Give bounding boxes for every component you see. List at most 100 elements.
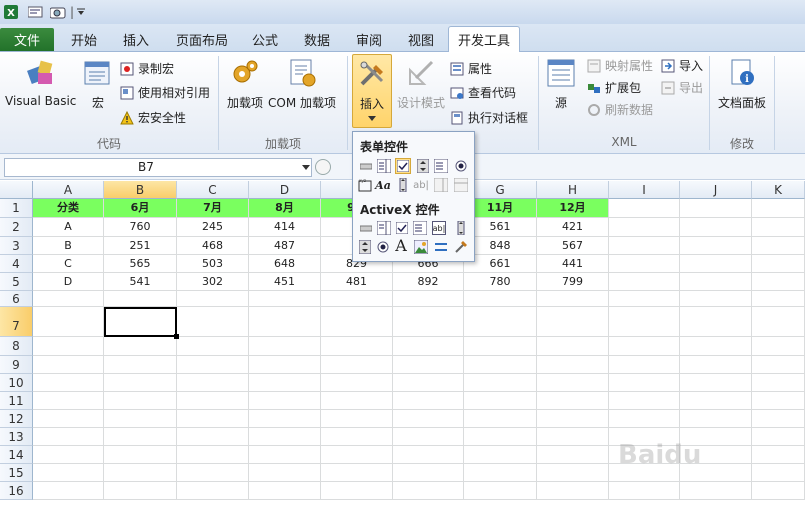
empty-cell[interactable] xyxy=(752,255,805,273)
empty-cell[interactable] xyxy=(680,482,752,500)
name-box[interactable]: B7 xyxy=(4,158,312,177)
empty-cell[interactable] xyxy=(609,291,680,307)
data-cell[interactable]: 451 xyxy=(249,273,321,291)
empty-cell[interactable] xyxy=(464,410,537,428)
data-cell[interactable]: 302 xyxy=(177,273,249,291)
empty-cell[interactable] xyxy=(249,291,321,307)
group-box-icon[interactable]: xyz xyxy=(358,178,372,192)
empty-cell[interactable] xyxy=(609,356,680,374)
empty-cell[interactable] xyxy=(321,392,393,410)
empty-cell[interactable] xyxy=(680,199,752,218)
empty-cell[interactable] xyxy=(609,199,680,218)
empty-cell[interactable] xyxy=(249,374,321,392)
activex-command-button-icon[interactable] xyxy=(359,221,373,235)
tab-page-layout[interactable]: 页面布局 xyxy=(176,30,228,49)
empty-cell[interactable] xyxy=(321,428,393,446)
empty-cell[interactable] xyxy=(177,392,249,410)
empty-cell[interactable] xyxy=(104,291,177,307)
empty-cell[interactable] xyxy=(537,482,609,500)
empty-cell[interactable] xyxy=(609,273,680,291)
empty-cell[interactable] xyxy=(104,337,177,356)
use-relative-references-button[interactable]: 使用相对引用 xyxy=(120,84,210,101)
empty-cell[interactable] xyxy=(609,392,680,410)
row-header-14[interactable]: 14 xyxy=(0,446,33,464)
import-button[interactable]: 导入 xyxy=(661,57,703,74)
empty-cell[interactable] xyxy=(177,356,249,374)
data-cell[interactable]: 760 xyxy=(104,218,177,237)
tab-data[interactable]: 数据 xyxy=(304,30,330,49)
empty-cell[interactable] xyxy=(752,446,805,464)
empty-cell[interactable] xyxy=(393,307,464,337)
camera-icon[interactable] xyxy=(49,3,67,20)
row-header-3[interactable]: 3 xyxy=(0,237,33,255)
empty-cell[interactable] xyxy=(680,392,752,410)
empty-cell[interactable] xyxy=(321,464,393,482)
row-header-5[interactable]: 5 xyxy=(0,273,33,291)
tab-formulas[interactable]: 公式 xyxy=(252,30,278,49)
data-cell[interactable]: 487 xyxy=(249,237,321,255)
empty-cell[interactable] xyxy=(609,410,680,428)
empty-cell[interactable] xyxy=(393,356,464,374)
row-header-16[interactable]: 16 xyxy=(0,482,33,500)
empty-cell[interactable] xyxy=(33,291,104,307)
data-cell[interactable]: 780 xyxy=(464,273,537,291)
activex-text-box-icon[interactable]: ab| xyxy=(432,221,446,235)
column-header-d[interactable]: D xyxy=(249,181,321,199)
empty-cell[interactable] xyxy=(752,374,805,392)
data-cell[interactable]: 541 xyxy=(104,273,177,291)
empty-cell[interactable] xyxy=(680,237,752,255)
data-cell[interactable]: 441 xyxy=(537,255,609,273)
empty-cell[interactable] xyxy=(464,337,537,356)
empty-cell[interactable] xyxy=(680,356,752,374)
com-add-ins-button[interactable]: COM 加载项 xyxy=(268,58,336,111)
data-cell[interactable]: 421 xyxy=(537,218,609,237)
form-icon[interactable] xyxy=(27,3,45,20)
column-header-k[interactable]: K xyxy=(752,181,805,199)
empty-cell[interactable] xyxy=(33,464,104,482)
empty-cell[interactable] xyxy=(680,218,752,237)
empty-cell[interactable] xyxy=(104,392,177,410)
empty-cell[interactable] xyxy=(537,392,609,410)
empty-cell[interactable] xyxy=(537,464,609,482)
combo-drop-edit-icon[interactable] xyxy=(454,178,468,192)
empty-cell[interactable] xyxy=(321,446,393,464)
empty-cell[interactable] xyxy=(537,307,609,337)
column-header-h[interactable]: H xyxy=(537,181,609,199)
data-cell[interactable]: 892 xyxy=(393,273,464,291)
empty-cell[interactable] xyxy=(537,374,609,392)
activex-scroll-bar-icon[interactable] xyxy=(454,221,468,235)
data-cell[interactable]: 567 xyxy=(537,237,609,255)
empty-cell[interactable] xyxy=(537,446,609,464)
column-header-c[interactable]: C xyxy=(177,181,249,199)
empty-cell[interactable] xyxy=(33,410,104,428)
empty-cell[interactable] xyxy=(249,482,321,500)
data-cell[interactable]: C xyxy=(33,255,104,273)
macro-security-button[interactable]: 宏安全性 xyxy=(120,109,186,126)
name-box-dropdown-icon[interactable] xyxy=(302,165,310,171)
column-header-a[interactable]: A xyxy=(33,181,104,199)
empty-cell[interactable] xyxy=(104,482,177,500)
empty-cell[interactable] xyxy=(393,392,464,410)
header-cell[interactable]: 6月 xyxy=(104,199,177,218)
tab-insert[interactable]: 插入 xyxy=(123,30,149,49)
empty-cell[interactable] xyxy=(321,291,393,307)
empty-cell[interactable] xyxy=(104,356,177,374)
data-cell[interactable]: 414 xyxy=(249,218,321,237)
empty-cell[interactable] xyxy=(464,356,537,374)
map-properties-button[interactable]: 映射属性 xyxy=(587,57,653,74)
row-header-1[interactable]: 1 xyxy=(0,199,33,218)
empty-cell[interactable] xyxy=(537,428,609,446)
empty-cell[interactable] xyxy=(752,428,805,446)
label-control-icon[interactable]: Aa xyxy=(375,178,391,192)
empty-cell[interactable] xyxy=(464,464,537,482)
empty-cell[interactable] xyxy=(752,337,805,356)
empty-cell[interactable] xyxy=(33,428,104,446)
data-cell[interactable]: 251 xyxy=(104,237,177,255)
insert-control-button[interactable]: 插入 xyxy=(352,54,392,128)
record-macro-button[interactable]: 录制宏 xyxy=(120,60,174,77)
empty-cell[interactable] xyxy=(177,291,249,307)
empty-cell[interactable] xyxy=(104,374,177,392)
empty-cell[interactable] xyxy=(104,428,177,446)
combo-list-edit-icon[interactable] xyxy=(434,178,448,192)
empty-cell[interactable] xyxy=(537,356,609,374)
